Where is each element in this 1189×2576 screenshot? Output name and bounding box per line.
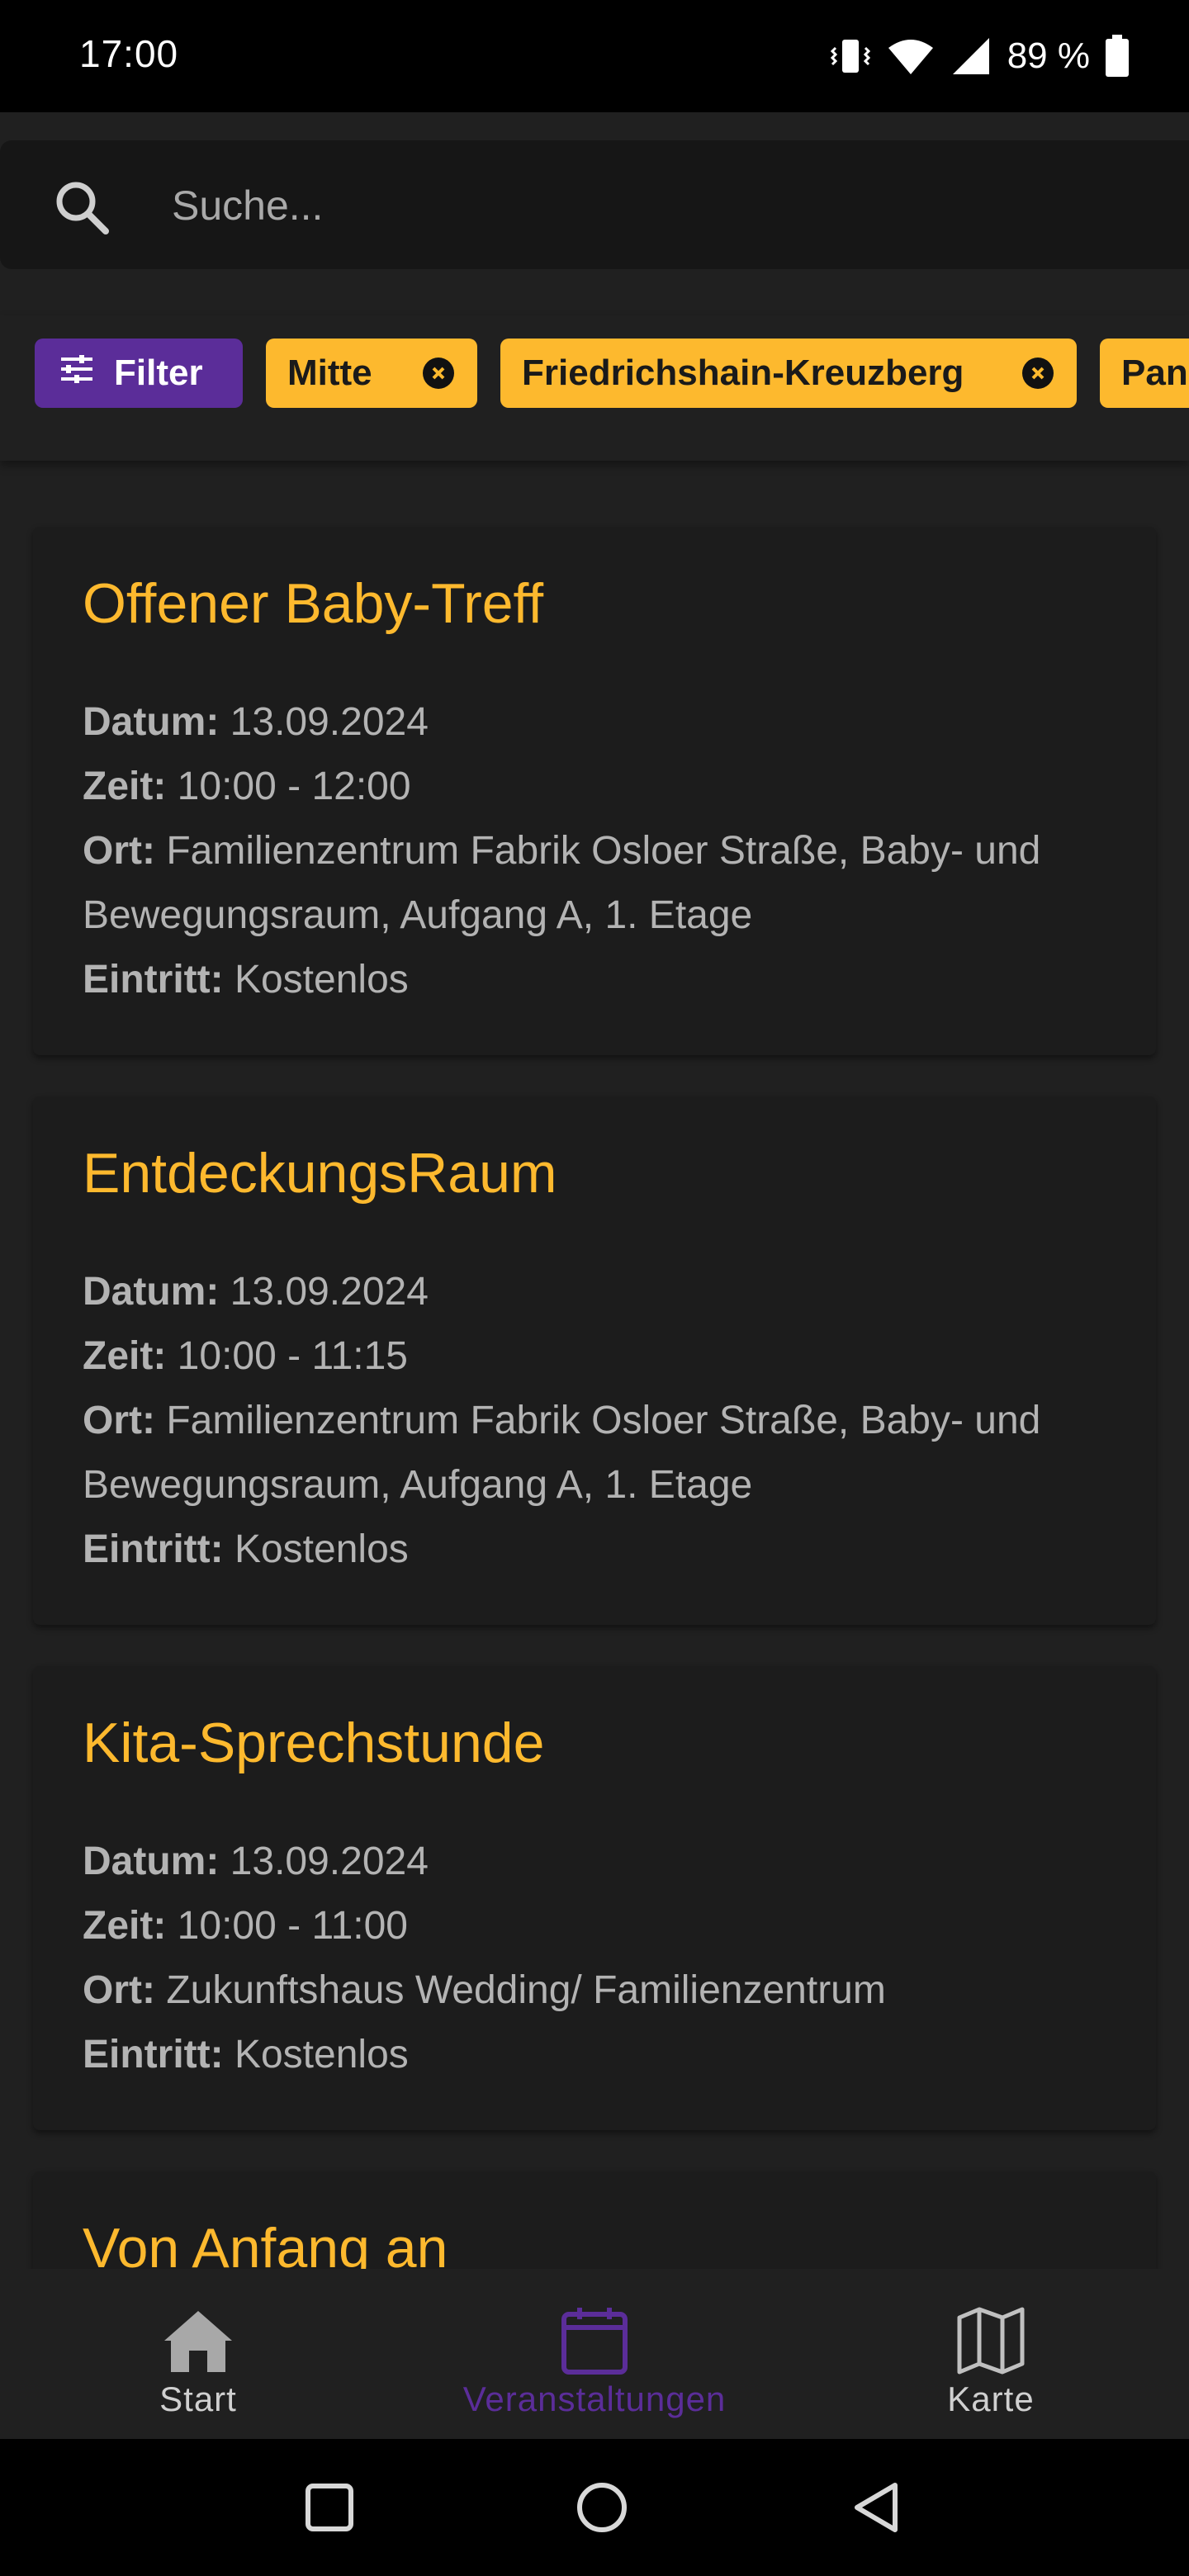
sliders-icon xyxy=(58,353,96,395)
filter-chip-mitte[interactable]: Mitte xyxy=(266,339,477,408)
event-place: Ort: Familienzentrum Fabrik Osloer Straß… xyxy=(83,829,1041,873)
chip-label: Pan xyxy=(1121,353,1188,393)
chip-label: Friedrichshain-Kreuzberg xyxy=(522,353,964,393)
nav-item-veranstaltungen[interactable]: Veranstaltungen xyxy=(396,2269,793,2439)
event-time: Zeit: 10:00 - 11:00 xyxy=(83,1904,408,1948)
nav-label: Start xyxy=(159,2379,237,2418)
event-card[interactable]: EntdeckungsRaum Datum: 13.09.2024 Zeit: … xyxy=(33,1096,1156,1625)
filter-chip-friedrichshain-kreuzberg[interactable]: Friedrichshain-Kreuzberg xyxy=(500,339,1077,408)
search-bar[interactable] xyxy=(0,140,1189,269)
event-place-cont: Bewegungsraum, Aufgang A, 1. Etage xyxy=(83,1463,753,1507)
status-time: 17:00 xyxy=(79,32,179,75)
event-title: EntdeckungsRaum xyxy=(83,1142,557,1205)
vibrate-icon xyxy=(829,36,872,76)
event-entry: Eintritt: Kostenlos xyxy=(83,1527,409,1571)
nav-label: Veranstaltungen xyxy=(462,2379,727,2418)
event-time: Zeit: 10:00 - 11:15 xyxy=(83,1334,408,1378)
signal-icon xyxy=(950,36,992,76)
system-navigation-bar xyxy=(0,2439,1189,2576)
nav-item-karte[interactable]: Karte xyxy=(793,2269,1189,2439)
event-time: Zeit: 10:00 - 12:00 xyxy=(83,765,411,808)
battery-percent: 89 % xyxy=(1007,36,1090,76)
nav-label: Karte xyxy=(947,2379,1035,2418)
event-date: Datum: 13.09.2024 xyxy=(83,1840,429,1883)
app-content: Filter Mitte Friedrichshain-Kreuzberg Pa… xyxy=(0,112,1189,2439)
filter-button[interactable]: Filter xyxy=(35,339,243,408)
calendar-icon xyxy=(560,2304,629,2378)
filter-chip-pankow[interactable]: Pan xyxy=(1100,339,1189,408)
chip-label: Mitte xyxy=(287,353,372,393)
event-entry: Eintritt: Kostenlos xyxy=(83,2033,409,2076)
event-date: Datum: 13.09.2024 xyxy=(83,1270,429,1314)
status-icons: 89 % xyxy=(829,30,1130,83)
nav-item-start[interactable]: Start xyxy=(0,2269,396,2439)
status-bar: 17:00 89 % xyxy=(0,0,1189,112)
filter-label: Filter xyxy=(114,353,203,393)
event-title: Kita-Sprechstunde xyxy=(83,1712,545,1774)
search-input[interactable] xyxy=(170,172,1164,239)
event-place: Ort: Zukunftshaus Wedding/ Familienzentr… xyxy=(83,1968,886,2012)
battery-icon xyxy=(1105,35,1130,78)
event-card[interactable]: Kita-Sprechstunde Datum: 13.09.2024 Zeit… xyxy=(33,1666,1156,2130)
bottom-navigation: Start Veranstaltungen Karte xyxy=(0,2269,1189,2439)
close-icon[interactable] xyxy=(423,358,454,389)
home-icon xyxy=(161,2304,235,2378)
close-icon[interactable] xyxy=(1022,358,1054,389)
event-place-cont: Bewegungsraum, Aufgang A, 1. Etage xyxy=(83,893,753,937)
wifi-icon xyxy=(887,36,935,76)
search-icon[interactable] xyxy=(51,177,114,244)
map-icon xyxy=(956,2304,1026,2378)
event-entry: Eintritt: Kostenlos xyxy=(83,958,409,1002)
event-date: Datum: 13.09.2024 xyxy=(83,700,429,744)
event-place: Ort: Familienzentrum Fabrik Osloer Straß… xyxy=(83,1399,1041,1442)
event-title: Offener Baby-Treff xyxy=(83,572,544,635)
event-card[interactable]: Offener Baby-Treff Datum: 13.09.2024 Zei… xyxy=(33,527,1156,1055)
